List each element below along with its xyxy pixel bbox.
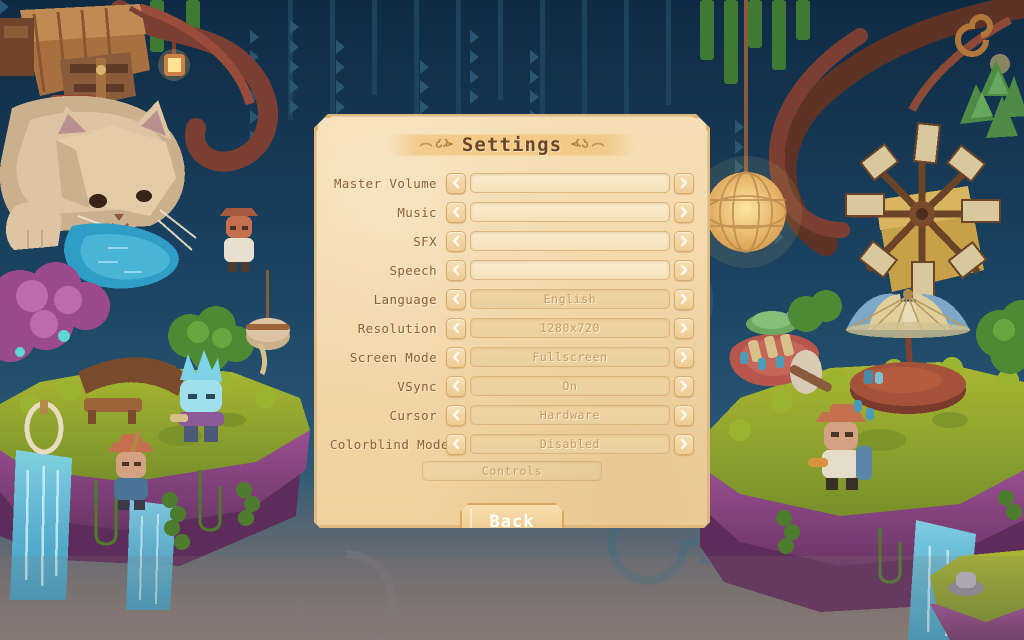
chevron-left-icon[interactable] [446, 202, 466, 223]
chevron-left-icon[interactable] [446, 318, 466, 339]
chevron-right-icon[interactable] [674, 376, 694, 397]
chevron-right-icon[interactable] [674, 231, 694, 252]
chevron-right-icon[interactable] [674, 289, 694, 310]
chevron-right-icon[interactable] [674, 260, 694, 281]
setting-label: Resolution [357, 320, 437, 336]
setting-row: Music [330, 200, 694, 224]
setting-label: Screen Mode [349, 349, 437, 365]
page-title: Settings [461, 134, 563, 156]
setting-label: Cursor [389, 407, 437, 423]
chevron-left-icon[interactable] [446, 347, 466, 368]
volume-slider[interactable] [470, 260, 670, 280]
setting-row: Language English [330, 287, 694, 311]
chevron-left-icon[interactable] [446, 376, 466, 397]
setting-row: Master Volume [330, 171, 694, 195]
setting-row: SFX [330, 229, 694, 253]
option-value-text: Disabled [539, 437, 601, 451]
swirl-ornament-right-icon [571, 138, 605, 152]
settings-panel: Settings Master Volume Music SFX Speech Lang… [314, 114, 710, 528]
controls-button[interactable]: Controls [422, 461, 602, 481]
option-value-field[interactable]: English [470, 289, 670, 309]
option-value-field[interactable]: Hardware [470, 405, 670, 425]
settings-rows: Master Volume Music SFX Speech Language Engli… [316, 171, 708, 456]
option-value-text: English [543, 292, 597, 306]
setting-row: Cursor Hardware [330, 403, 694, 427]
option-value-field[interactable]: Fullscreen [470, 347, 670, 367]
chevron-right-icon[interactable] [674, 405, 694, 426]
controls-row: Controls [316, 461, 708, 481]
swirl-ornament-left-icon [419, 138, 453, 152]
setting-row: Colorblind Mode Disabled [330, 432, 694, 456]
setting-label: Speech [389, 262, 437, 278]
setting-row: Screen Mode Fullscreen [330, 345, 694, 369]
option-value-text: Hardware [539, 408, 601, 422]
chevron-right-icon[interactable] [674, 347, 694, 368]
setting-label: SFX [413, 233, 437, 249]
chevron-left-icon[interactable] [446, 289, 466, 310]
option-value-field[interactable]: 1280x720 [470, 318, 670, 338]
chevron-left-icon[interactable] [446, 260, 466, 281]
panel-title-bar: Settings [316, 130, 708, 160]
chevron-left-icon[interactable] [446, 434, 466, 455]
volume-slider[interactable] [470, 173, 670, 193]
controls-button-label: Controls [481, 464, 543, 478]
setting-label: Colorblind Mode [330, 436, 449, 452]
volume-slider[interactable] [470, 202, 670, 222]
option-value-field[interactable]: Disabled [470, 434, 670, 454]
option-value-text: On [562, 379, 578, 393]
option-value-text: 1280x720 [539, 321, 601, 335]
chevron-right-icon[interactable] [674, 173, 694, 194]
chevron-left-icon[interactable] [446, 231, 466, 252]
setting-label: Master Volume [333, 175, 437, 191]
chevron-left-icon[interactable] [446, 405, 466, 426]
chevron-right-icon[interactable] [674, 434, 694, 455]
setting-label: Language [373, 291, 437, 307]
chevron-right-icon[interactable] [674, 318, 694, 339]
setting-row: Resolution 1280x720 [330, 316, 694, 340]
volume-slider[interactable] [470, 231, 670, 251]
setting-row: VSync On [330, 374, 694, 398]
chevron-left-icon[interactable] [446, 173, 466, 194]
chevron-right-icon[interactable] [674, 202, 694, 223]
option-value-field[interactable]: On [470, 376, 670, 396]
setting-row: Speech [330, 258, 694, 282]
setting-label: Music [397, 204, 437, 220]
setting-label: VSync [397, 378, 437, 394]
option-value-text: Fullscreen [532, 350, 608, 364]
